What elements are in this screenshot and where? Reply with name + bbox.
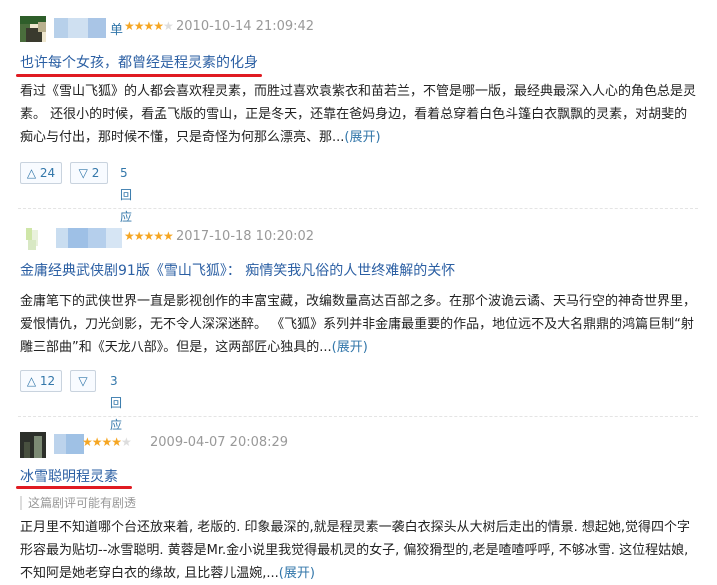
review-title[interactable]: 也许每个女孩，都曾经是程灵素的化身 (20, 52, 258, 72)
username-blurred (54, 434, 84, 454)
review-title[interactable]: 冰雪聪明程灵素 (20, 466, 118, 486)
avatar[interactable] (20, 226, 46, 252)
review-date: 2010-10-14 21:09:42 (176, 19, 315, 34)
review-header: ★★★★★ 2017-10-18 10:20:02 (20, 226, 700, 252)
rating-stars: ★★★★★ (124, 229, 174, 243)
upvote-count: 24 (39, 166, 56, 180)
review-header: ★★★★★ 2009-04-07 20:08:29 (20, 432, 700, 458)
downvote-icon: ▽ (78, 374, 88, 388)
review-text: 正月里不知道哪个台还放来着, 老版的. 印象最深的,就是程灵素一袭白衣探头从大树… (20, 520, 691, 581)
spoiler-notice: 这篇剧评可能有剧透 (20, 496, 136, 510)
upvote-button[interactable]: △ 12 (20, 370, 62, 392)
reply-link[interactable]: 5回应 (120, 162, 132, 228)
review-body: 正月里不知道哪个台还放来着, 老版的. 印象最深的,就是程灵素一袭白衣探头从大树… (20, 516, 700, 585)
downvote-icon: ▽ (78, 166, 88, 180)
title-underline (16, 74, 262, 77)
review-title[interactable]: 金庸经典武侠剧91版《雪山飞狐》： 痴情笑我凡俗的人世终难解的关怀 (20, 260, 455, 280)
rating-stars: ★★★★★ (124, 19, 174, 33)
review-header: 单 ★★★★★ 2010-10-14 21:09:42 (20, 16, 700, 42)
expand-link[interactable]: (展开) (332, 340, 368, 355)
rating-stars: ★★★★★ (82, 435, 132, 449)
review-date: 2009-04-07 20:08:29 (150, 435, 289, 450)
avatar[interactable] (20, 16, 46, 42)
review-body: 金庸笔下的武侠世界一直是影视创作的丰富宝藏，改编数量高达百部之多。在那个波诡云谲… (20, 290, 700, 359)
username-blurred (54, 18, 106, 38)
username[interactable]: 单 (110, 19, 123, 38)
upvote-icon: △ (26, 166, 37, 180)
downvote-button[interactable]: ▽ 2 (70, 162, 108, 184)
upvote-button[interactable]: △ 24 (20, 162, 62, 184)
upvote-icon: △ (26, 374, 37, 388)
username-blurred (56, 228, 122, 248)
review-date: 2017-10-18 10:20:02 (176, 229, 315, 244)
title-underline (16, 486, 132, 489)
downvote-button[interactable]: ▽ (70, 370, 96, 392)
downvote-count: 2 (91, 166, 100, 180)
review-body: 看过《雪山飞狐》的人都会喜欢程灵素，而胜过喜欢袁紫衣和苗若兰，不管是哪一版，最经… (20, 80, 700, 149)
upvote-count: 12 (39, 374, 56, 388)
reply-link[interactable]: 3回应 (110, 370, 122, 436)
avatar[interactable] (20, 432, 46, 458)
expand-link[interactable]: (展开) (344, 130, 380, 145)
expand-link[interactable]: (展开) (279, 566, 315, 581)
